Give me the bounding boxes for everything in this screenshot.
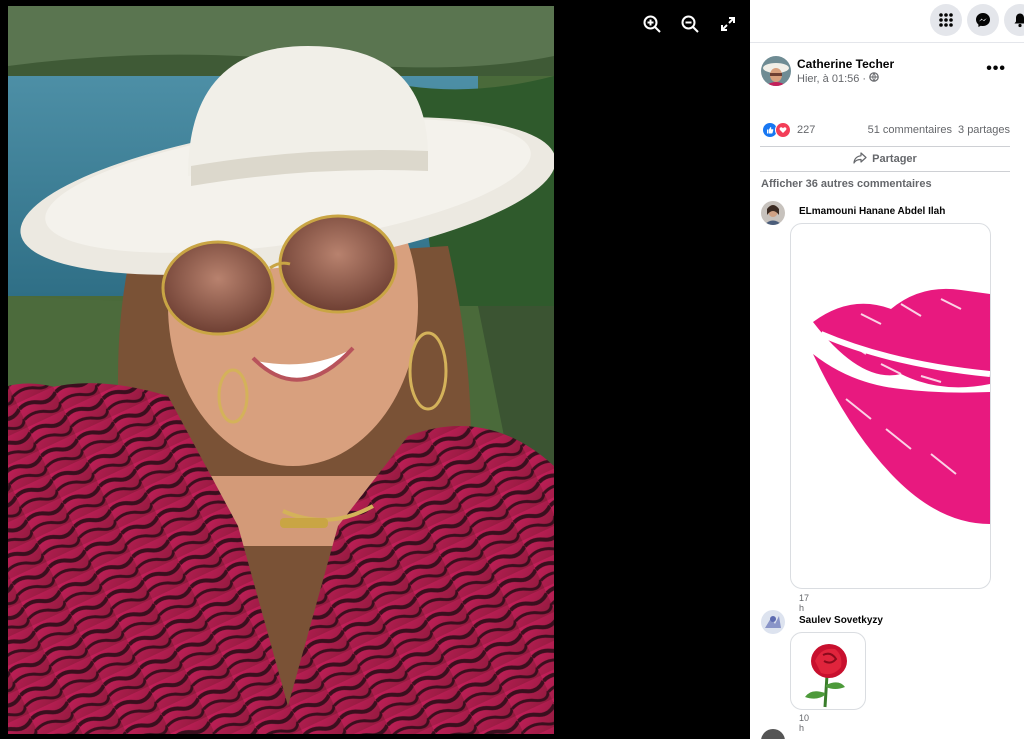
love-reaction-icon bbox=[775, 122, 791, 138]
zoom-in-icon[interactable] bbox=[640, 12, 664, 36]
reaction-icons[interactable] bbox=[762, 122, 791, 138]
share-count[interactable]: 3 partages bbox=[958, 124, 1010, 136]
author-name[interactable]: Catherine Techer bbox=[797, 57, 894, 72]
commenter-avatar[interactable] bbox=[761, 729, 785, 739]
red-rose-sticker[interactable] bbox=[790, 632, 866, 710]
commenter-avatar[interactable] bbox=[761, 610, 785, 634]
share-button[interactable]: Partager bbox=[760, 150, 1010, 168]
notifications-bell-icon[interactable] bbox=[1004, 4, 1024, 36]
post-time[interactable]: Hier, à 01:56 · bbox=[797, 72, 866, 86]
commenter-name[interactable]: ELmamouni Hanane Abdel Ilah bbox=[799, 206, 945, 217]
reaction-count[interactable]: 227 bbox=[797, 124, 815, 136]
post-meta: Hier, à 01:56 · bbox=[797, 72, 894, 86]
fullscreen-icon[interactable] bbox=[716, 12, 740, 36]
comment-time[interactable]: 10 h bbox=[799, 713, 809, 733]
photo-viewer bbox=[0, 0, 750, 739]
divider bbox=[760, 146, 1010, 147]
post-photo[interactable] bbox=[8, 6, 554, 734]
globe-icon bbox=[869, 72, 879, 86]
share-label: Partager bbox=[872, 153, 917, 165]
lipstick-kiss-sticker[interactable] bbox=[790, 223, 991, 589]
post-header: Catherine Techer Hier, à 01:56 · bbox=[761, 56, 894, 86]
messenger-icon[interactable] bbox=[967, 4, 999, 36]
comment-count[interactable]: 51 commentaires bbox=[868, 124, 952, 136]
top-bar bbox=[750, 0, 1024, 43]
viewer-toolbar bbox=[640, 12, 740, 36]
commenter-name[interactable]: Saulev Sovetkyzy bbox=[799, 615, 883, 626]
zoom-out-icon[interactable] bbox=[678, 12, 702, 36]
commenter-avatar[interactable] bbox=[761, 201, 785, 225]
comment-time[interactable]: 17 h bbox=[799, 593, 809, 613]
post-stats: 227 51 commentaires 3 partages bbox=[762, 122, 1010, 138]
post-side-panel: Catherine Techer Hier, à 01:56 · ••• 227… bbox=[750, 0, 1024, 739]
author-avatar[interactable] bbox=[761, 56, 791, 86]
share-arrow-icon bbox=[853, 151, 867, 167]
view-more-comments-link[interactable]: Afficher 36 autres commentaires bbox=[761, 178, 932, 190]
divider bbox=[760, 171, 1010, 172]
more-options-icon[interactable]: ••• bbox=[986, 60, 1006, 78]
menu-grid-icon[interactable] bbox=[930, 4, 962, 36]
